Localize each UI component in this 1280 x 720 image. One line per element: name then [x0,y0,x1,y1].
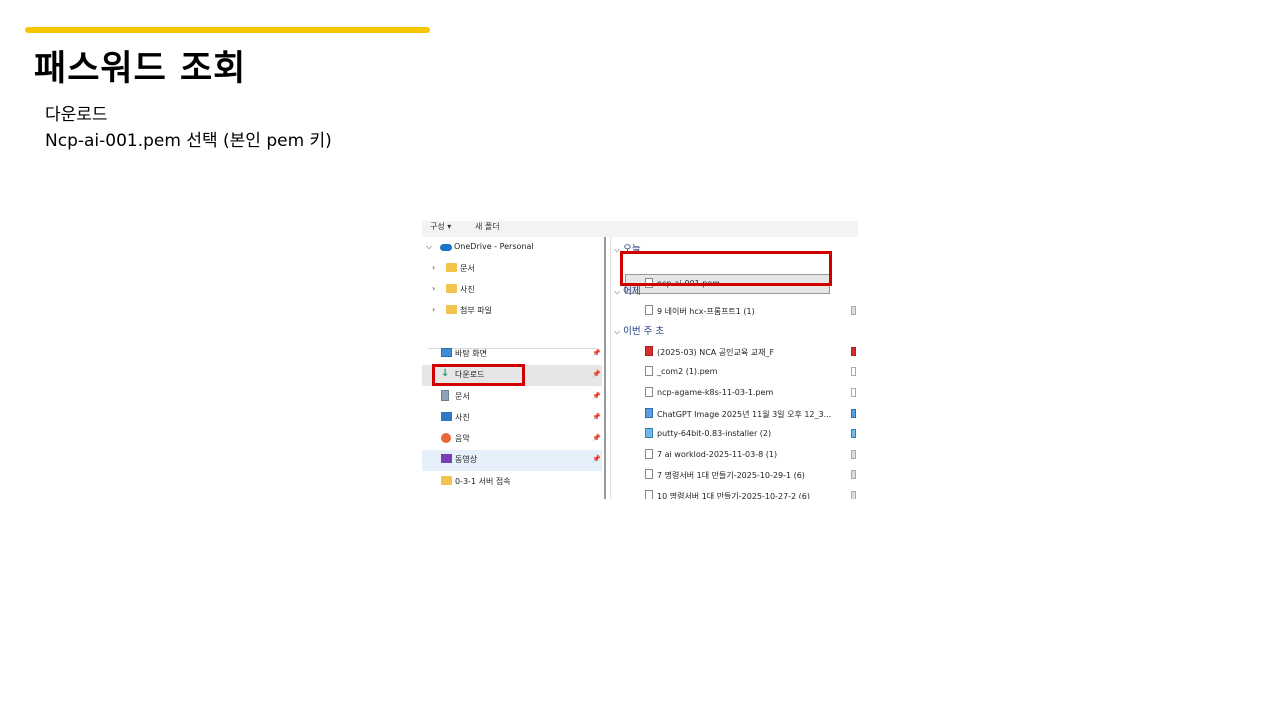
pane-divider [610,237,611,499]
instruction-line-2: Ncp-ai-001.pem 선택 (본인 pem 키) [45,131,332,151]
group-header-this-week[interactable]: ⌵ 이번 주 초 [614,323,664,337]
nav-item-label: 바탕 화면 [455,349,487,358]
file-name: 10 명령서버 1대 만들기-2025-10-27-2 (6) [657,492,811,499]
nav-item-label: 동영상 [455,455,478,464]
pin-icon: 📌 [592,370,601,378]
file-item[interactable]: 7 명령서버 1대 만들기-2025-10-29-1 (6) [645,466,856,484]
nav-item-onedrive-documents[interactable]: › 문서 [422,259,602,279]
file-item[interactable]: 10 명령서버 1대 만들기-2025-10-27-2 (6) [645,487,856,499]
file-name: putty-64bit-0.83-installer (2) [657,429,772,438]
nav-item-label: 음악 [455,434,470,443]
pin-icon: 📌 [592,413,601,421]
nav-item-documents[interactable]: 문서 📌 [422,387,602,407]
pin-icon: 📌 [592,455,601,463]
nav-item-onedrive-attachments[interactable]: › 첨부 파일 [422,301,602,321]
pin-icon: 📌 [592,349,601,357]
nav-item-desktop[interactable]: 바탕 화면 📌 [422,344,602,364]
image-icon [645,408,653,418]
chevron-right-icon[interactable]: › [432,263,435,272]
document-icon [441,390,449,401]
nav-item-videos[interactable]: 동영상 📌 [422,450,602,471]
file-icon [645,387,653,397]
file-item[interactable]: 7 ai worklod-2025-11-03-8 (1) [645,446,856,464]
highlight-box-downloads [432,364,525,386]
file-edge-icon [851,388,856,397]
chevron-right-icon[interactable]: › [432,284,435,293]
folder-icon [441,476,452,485]
video-icon [441,454,452,463]
nav-item-label: OneDrive - Personal [454,242,534,251]
file-name: 7 ai worklod-2025-11-03-8 (1) [657,450,778,459]
folder-icon [446,284,457,293]
folder-icon [446,305,457,314]
file-name: ChatGPT Image 2025년 11월 3일 오후 12_3... [657,410,832,419]
accent-bar [25,27,430,33]
nav-scrollbar[interactable] [604,237,606,499]
image-icon [851,409,856,418]
installer-icon [645,428,653,438]
slide-title: 패스워드 조회 [34,49,247,89]
group-label: 어제 [623,286,641,297]
file-edge-icon [851,450,856,459]
file-name: _com2 (1).pem [657,367,718,376]
file-item[interactable]: putty-64bit-0.83-installer (2) [645,425,856,443]
pictures-icon [441,412,452,421]
cloud-icon [440,244,452,251]
file-item[interactable]: 9 네이버 hcx-프롬프트1 (1) [645,302,856,320]
nav-item-pictures[interactable]: 사진 📌 [422,408,602,428]
nav-item-onedrive[interactable]: ⌵ OneDrive - Personal [422,238,602,258]
file-edge-icon [851,367,856,376]
nav-item-label: 첨부 파일 [460,306,492,315]
instruction-line-1: 다운로드 [45,105,108,125]
pdf-icon [645,346,653,356]
chevron-down-icon: ⌵ [614,327,621,336]
file-icon [645,469,653,479]
nav-item-onedrive-pictures[interactable]: › 사진 [422,280,602,300]
highlight-box-pem-file [620,251,832,286]
file-name: 7 명령서버 1대 만들기-2025-10-29-1 (6) [657,471,805,480]
nav-item-label: 사진 [455,413,470,422]
file-item[interactable]: ChatGPT Image 2025년 11월 3일 오후 12_3... [645,405,856,423]
file-icon [645,490,653,499]
file-name: (2025-03) NCA 공인교육 교재_F [657,348,775,357]
nav-item-label: 문서 [460,264,475,273]
new-folder-button[interactable]: 새 폴더 [475,221,500,232]
music-icon [441,433,451,443]
chevron-right-icon[interactable]: › [432,305,435,314]
file-icon [645,366,653,376]
file-edge-icon [851,491,856,499]
nav-item-music[interactable]: 음악 📌 [422,429,602,449]
installer-icon [851,429,856,438]
nav-item-label: 사진 [460,285,475,294]
file-name: 9 네이버 hcx-프롬프트1 (1) [657,307,755,316]
folder-icon [446,263,457,272]
organize-button[interactable]: 구성 ▾ [430,221,451,232]
nav-item-label: 0-3-1 서버 접속 [455,477,511,486]
file-edge-icon [851,306,856,315]
desktop-icon [441,348,452,357]
file-explorer-screenshot: 구성 ▾ 새 폴더 ⌵ OneDrive - Personal › 문서 › 사… [422,221,858,499]
nav-item-server-folder[interactable]: 0-3-1 서버 접속 [422,472,602,492]
pin-icon: 📌 [592,434,601,442]
pin-icon: 📌 [592,392,601,400]
pdf-icon [851,347,856,356]
file-name: ncp-agame-k8s-11-03-1.pem [657,388,774,397]
file-icon [645,305,653,315]
file-item[interactable]: (2025-03) NCA 공인교육 교재_F [645,343,856,361]
file-item[interactable]: ncp-agame-k8s-11-03-1.pem [645,384,856,402]
file-item[interactable]: _com2 (1).pem [645,363,856,381]
file-icon [645,449,653,459]
group-label: 이번 주 초 [623,326,665,337]
nav-item-label: 문서 [455,392,470,401]
chevron-down-icon: ⌵ [614,287,621,296]
explorer-toolbar: 구성 ▾ 새 폴더 [422,221,858,237]
file-edge-icon [851,470,856,479]
chevron-down-icon[interactable]: ⌵ [426,242,432,252]
